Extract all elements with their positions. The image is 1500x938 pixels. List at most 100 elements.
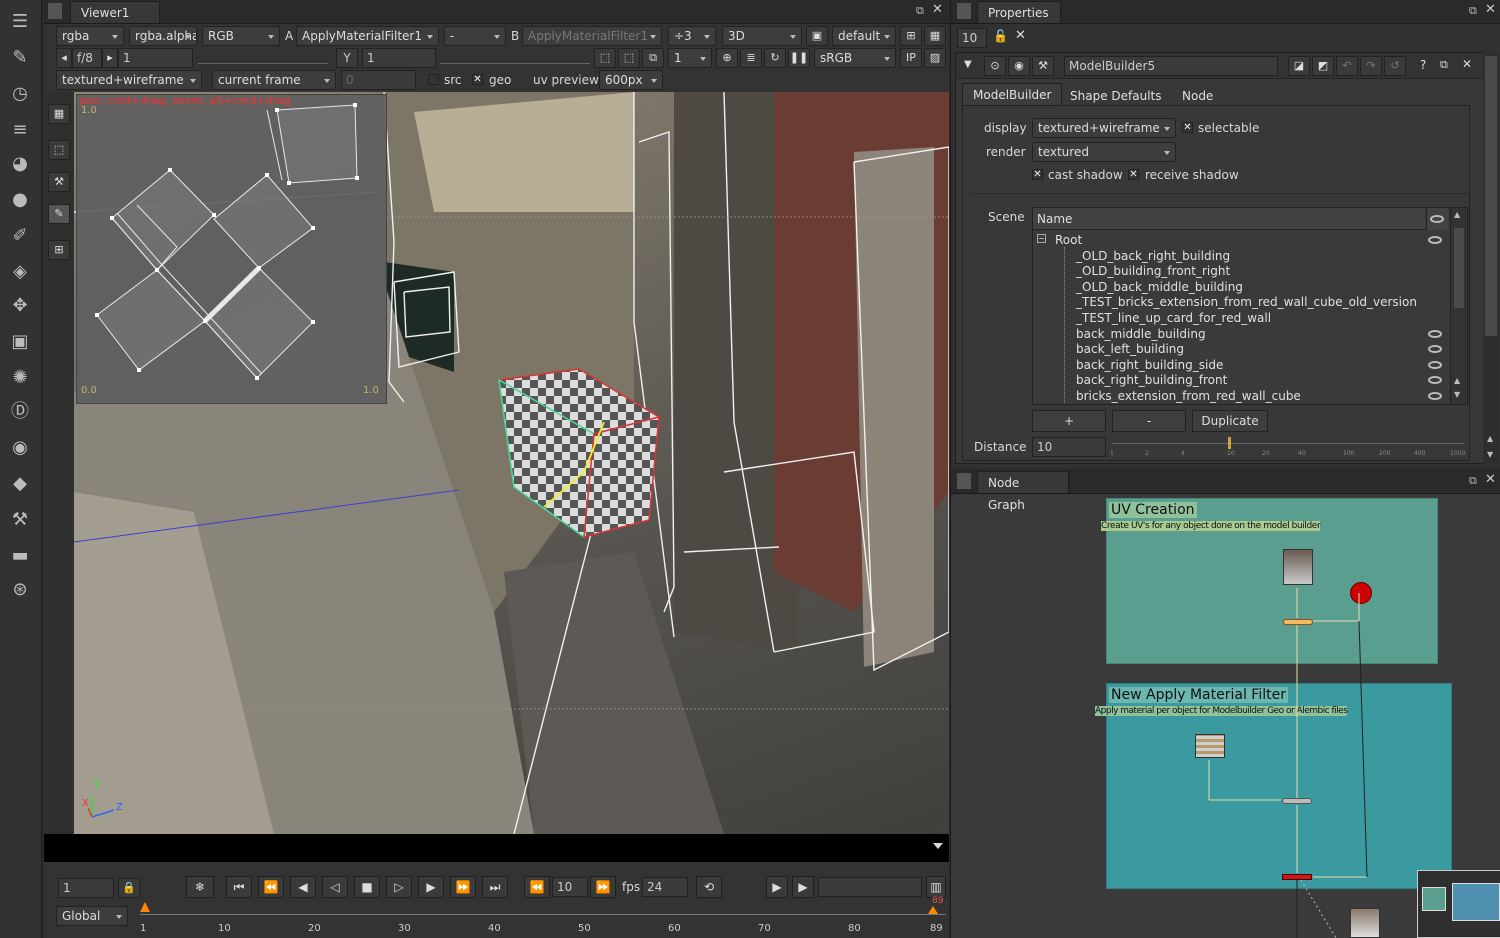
lock-icon[interactable]: 🔓: [993, 29, 1008, 43]
backdrop-uv-creation[interactable]: UV Creation Create UV's for any object d…: [1101, 498, 1438, 664]
exposure-field[interactable]: 1: [118, 48, 193, 68]
pane-grip-icon[interactable]: [48, 3, 62, 19]
read-node[interactable]: [1283, 549, 1313, 585]
toolsets-icon[interactable]: ⚒: [8, 508, 32, 532]
skip-back-icon[interactable]: ⏪: [524, 876, 550, 898]
properties-scrollbar[interactable]: ▲ ▼: [1483, 52, 1499, 464]
scene-scrollbar[interactable]: ▲ ▲ ▼: [1450, 208, 1467, 404]
close-icon[interactable]: ✕: [1485, 2, 1496, 17]
frame-field[interactable]: 0: [341, 70, 416, 90]
transform-tool-icon[interactable]: ⬚: [48, 140, 70, 160]
tab-properties[interactable]: Properties: [977, 1, 1061, 23]
merge-icon[interactable]: ◈: [8, 260, 32, 284]
read-node[interactable]: [1350, 908, 1380, 938]
gamma-slider[interactable]: [440, 52, 590, 64]
scene-item[interactable]: back_right_building_side: [1076, 358, 1223, 372]
geo-checkbox[interactable]: ✕: [472, 74, 483, 85]
duplicate-button[interactable]: Duplicate: [1192, 410, 1268, 432]
other-icon[interactable]: ▬: [8, 544, 32, 568]
output-node[interactable]: [1282, 874, 1312, 880]
stop-icon[interactable]: ■: [354, 876, 380, 898]
a-input-dropdown[interactable]: ApplyMaterialFilter1: [296, 26, 439, 46]
fstop-field[interactable]: f/8: [72, 48, 102, 68]
scene-item[interactable]: back_left_building: [1076, 342, 1184, 356]
float-icon[interactable]: ⧉: [916, 4, 924, 18]
pane-grip-icon[interactable]: [957, 3, 971, 19]
gamma-field[interactable]: 1: [362, 48, 436, 68]
frame-input[interactable]: 1: [58, 878, 114, 898]
revert2-icon[interactable]: ◩: [1312, 56, 1334, 76]
distance-slider[interactable]: [1112, 443, 1464, 444]
apply-material-node[interactable]: [1282, 798, 1312, 804]
float-node-icon[interactable]: ⧉: [1440, 58, 1448, 72]
remove-button[interactable]: -: [1112, 410, 1186, 432]
exposure-slider[interactable]: [198, 52, 328, 64]
info-bar-dropdown-icon[interactable]: [933, 843, 943, 849]
draw-tool-icon[interactable]: ✎: [48, 204, 70, 224]
last-frame-icon[interactable]: ⏭: [482, 876, 508, 898]
transform-icon[interactable]: ✥: [8, 294, 32, 318]
render-icon[interactable]: ▶: [792, 876, 814, 898]
channels-dropdown[interactable]: rgba: [56, 26, 124, 46]
particles-icon[interactable]: ✺: [8, 366, 32, 390]
node-graph-panel[interactable]: Node Graph ⧉ ✕ UV Creation Create UV's f…: [950, 470, 1500, 938]
lock-range-icon[interactable]: 🔒: [118, 878, 140, 898]
flipbook-icon[interactable]: ▶: [766, 876, 788, 898]
timeline-bar[interactable]: [140, 914, 946, 915]
constant-node[interactable]: [1350, 582, 1372, 604]
wipe-icon[interactable]: ▨: [924, 48, 946, 68]
range-dropdown[interactable]: Global: [56, 906, 128, 926]
float-icon[interactable]: ⧉: [1469, 4, 1477, 18]
time-icon[interactable]: ◷: [8, 82, 32, 106]
colorspace-dropdown[interactable]: RGB: [202, 26, 280, 46]
node-name-field[interactable]: ModelBuilder5: [1064, 56, 1278, 76]
minimap-viewport[interactable]: [1452, 883, 1500, 921]
render-dropdown[interactable]: textured: [1032, 142, 1176, 162]
pause-icon[interactable]: ❚❚: [788, 48, 810, 68]
uv-preview[interactable]: pan: cmd+drag, zoom: alt+cmd+drag 1.0 0.…: [76, 94, 387, 404]
loop-icon[interactable]: ⟲: [696, 876, 722, 898]
revert-icon[interactable]: ◪: [1288, 56, 1310, 76]
reset-icon[interactable]: ↺: [1384, 56, 1406, 76]
scene-item[interactable]: _TEST_bricks_extension_from_red_wall_cub…: [1076, 295, 1417, 309]
proxy-dropdown[interactable]: 1: [668, 48, 712, 68]
current-frame-input[interactable]: 10: [552, 877, 588, 897]
uv-size-dropdown[interactable]: 600px: [599, 70, 663, 90]
scanline-icon[interactable]: ≣: [740, 48, 762, 68]
step-back-icon[interactable]: ◁: [322, 876, 348, 898]
metadata-icon[interactable]: ◆: [8, 472, 32, 496]
pane-grip-icon[interactable]: [957, 473, 971, 489]
grid-icon[interactable]: ▦: [924, 26, 946, 46]
scene-item[interactable]: back_middle_building: [1076, 327, 1206, 341]
prev-key-icon[interactable]: ⏪: [258, 876, 284, 898]
menu-icon[interactable]: ☰: [8, 10, 32, 34]
display-mode-dropdown[interactable]: textured+wireframe: [56, 70, 202, 90]
deep-icon[interactable]: Ⓓ: [8, 400, 32, 424]
scene-item[interactable]: _TEST_line_up_card_for_red_wall: [1076, 311, 1271, 325]
step-forward-icon[interactable]: ▷: [386, 876, 412, 898]
lut-dropdown[interactable]: sRGB: [814, 48, 896, 68]
collapse-icon[interactable]: ▼: [964, 59, 972, 70]
visibility-eye-icon[interactable]: [1428, 361, 1442, 369]
play-back-icon[interactable]: ◀: [290, 876, 316, 898]
b-input-dropdown[interactable]: ApplyMaterialFilter1: [522, 26, 662, 46]
channel-icon[interactable]: ≡: [8, 118, 32, 142]
next-key-icon[interactable]: ⏩: [450, 876, 476, 898]
scene-item[interactable]: bricks_extension_from_red_wall_cube: [1076, 389, 1301, 403]
skip-forward-icon[interactable]: ⏩: [590, 876, 616, 898]
tab-node-graph[interactable]: Node Graph: [977, 471, 1069, 512]
tree-expand-icon[interactable]: −: [1037, 234, 1046, 243]
add-button[interactable]: +: [1032, 410, 1106, 432]
visibility-eye-icon[interactable]: [1428, 392, 1442, 400]
ab-op-dropdown[interactable]: -: [444, 26, 506, 46]
help-icon[interactable]: ?: [1420, 58, 1426, 72]
receive-shadow-checkbox[interactable]: ✕: [1128, 169, 1139, 180]
frame-mode-dropdown[interactable]: current frame: [212, 70, 336, 90]
uv-grid-tool-icon[interactable]: ⊞: [48, 240, 70, 260]
filter-icon[interactable]: ●: [8, 188, 32, 212]
clipping-icon[interactable]: ⧉: [642, 48, 664, 68]
lock-view-icon[interactable]: ⊞: [900, 26, 922, 46]
snowflake-icon[interactable]: ❄: [186, 876, 214, 898]
float-icon[interactable]: ⧉: [1469, 474, 1477, 488]
keyer-icon[interactable]: ✐: [8, 224, 32, 248]
